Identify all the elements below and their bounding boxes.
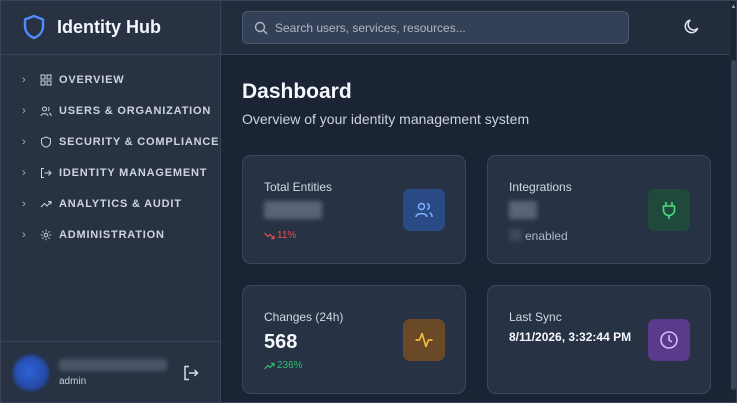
sidebar-item-label: OVERVIEW xyxy=(59,73,125,86)
clock-icon-box xyxy=(648,319,690,361)
card-changes-24h[interactable]: Changes (24h) 568 236% xyxy=(242,285,466,394)
sidebar-nav: › OVERVIEW › USERS & ORGANIZATION › SECU… xyxy=(0,55,220,250)
search-placeholder: Search users, services, resources... xyxy=(275,20,466,35)
sidebar-item-users-organization[interactable]: › USERS & ORGANIZATION xyxy=(0,95,220,126)
brand[interactable]: Identity Hub xyxy=(0,0,220,55)
trend-value: 236% xyxy=(277,360,303,371)
top-header: Search users, services, resources... xyxy=(221,0,730,55)
trending-down-icon xyxy=(264,232,275,239)
sidebar-item-security-compliance[interactable]: › SECURITY & COMPLIANCE xyxy=(0,126,220,157)
dashboard-icon xyxy=(40,74,52,85)
scroll-thumb[interactable] xyxy=(731,60,736,390)
clock-icon xyxy=(660,331,678,349)
chevron-right-icon: › xyxy=(22,135,26,148)
activity-icon-box xyxy=(403,319,445,361)
scrollbar[interactable]: ▲ xyxy=(730,0,737,403)
card-label: Integrations xyxy=(509,180,572,194)
users-icon xyxy=(415,202,433,218)
card-value: 568 xyxy=(264,331,298,353)
sidebar-item-identity-management[interactable]: › IDENTITY MANAGEMENT xyxy=(0,157,220,188)
trending-icon xyxy=(40,200,52,207)
card-last-sync[interactable]: Last Sync 8/11/2026, 3:32:44 PM xyxy=(487,285,711,394)
trend-indicator: 236% xyxy=(264,360,303,371)
plug-icon-box xyxy=(648,189,690,231)
sidebar: Identity Hub › OVERVIEW › USERS & ORGANI… xyxy=(0,0,221,403)
card-label: Changes (24h) xyxy=(264,310,344,324)
card-total-entities[interactable]: Total Entities 11% xyxy=(242,155,466,264)
card-value: 8/11/2026, 3:32:44 PM xyxy=(509,330,632,344)
chevron-right-icon: › xyxy=(22,166,26,179)
redacted-count xyxy=(509,229,522,241)
card-label: Last Sync xyxy=(509,310,562,324)
sidebar-item-label: IDENTITY MANAGEMENT xyxy=(59,166,208,179)
sidebar-item-administration[interactable]: › ADMINISTRATION xyxy=(0,219,220,250)
integrations-enabled-label: enabled xyxy=(525,229,568,243)
scroll-up-arrow-icon[interactable]: ▲ xyxy=(730,4,737,10)
logout-icon[interactable] xyxy=(182,364,200,382)
chevron-right-icon: › xyxy=(22,197,26,210)
user-name-redacted xyxy=(59,358,167,371)
redacted-value xyxy=(264,201,322,219)
chevron-right-icon: › xyxy=(22,73,26,86)
user-info: admin xyxy=(59,358,169,387)
chevron-right-icon: › xyxy=(22,228,26,241)
trend-value: 11% xyxy=(277,230,297,241)
sidebar-item-overview[interactable]: › OVERVIEW xyxy=(0,64,220,95)
sidebar-item-label: ADMINISTRATION xyxy=(59,228,165,241)
card-label: Total Entities xyxy=(264,180,333,194)
shield-logo-icon xyxy=(23,14,45,40)
login-icon xyxy=(41,167,52,178)
app-title: Identity Hub xyxy=(57,16,161,37)
users-icon xyxy=(40,106,52,116)
activity-icon xyxy=(415,332,433,348)
page-subtitle: Overview of your identity management sys… xyxy=(242,111,530,127)
redacted-value xyxy=(509,201,537,219)
user-role: admin xyxy=(59,375,87,387)
page-title: Dashboard xyxy=(242,80,352,103)
plug-icon xyxy=(662,202,676,219)
gear-icon xyxy=(40,229,52,240)
avatar[interactable] xyxy=(13,354,49,391)
moon-icon[interactable] xyxy=(683,17,701,35)
shield-icon xyxy=(41,135,51,148)
sidebar-item-analytics-audit[interactable]: › ANALYTICS & AUDIT xyxy=(0,188,220,219)
sidebar-item-label: ANALYTICS & AUDIT xyxy=(59,197,182,210)
main-content: Dashboard Overview of your identity mana… xyxy=(221,55,730,403)
sidebar-item-label: SECURITY & COMPLIANCE xyxy=(59,135,220,148)
search-icon xyxy=(254,21,268,34)
search-input[interactable]: Search users, services, resources... xyxy=(242,11,629,44)
trending-up-icon xyxy=(264,362,275,369)
trend-indicator: 11% xyxy=(264,230,296,241)
user-profile[interactable]: admin xyxy=(0,341,220,403)
chevron-right-icon: › xyxy=(22,104,26,117)
users-icon-box xyxy=(403,189,445,231)
sidebar-item-label: USERS & ORGANIZATION xyxy=(59,104,212,117)
card-integrations[interactable]: Integrations enabled xyxy=(487,155,711,264)
